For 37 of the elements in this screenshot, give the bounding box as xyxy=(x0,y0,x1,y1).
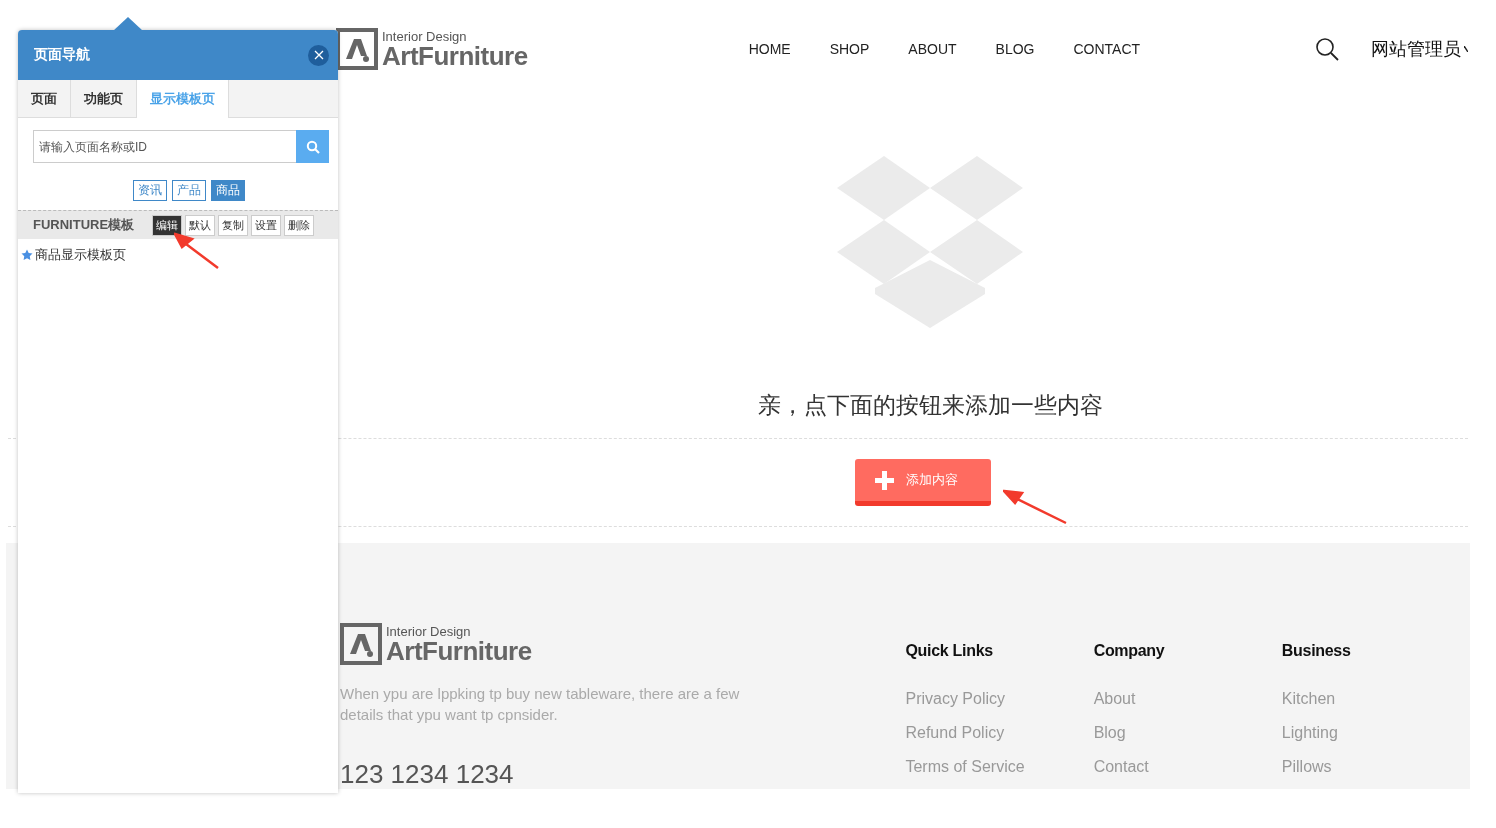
template-action-button[interactable]: 编辑 xyxy=(152,214,182,236)
filter-tag[interactable]: 资讯 xyxy=(133,180,167,201)
nav-link[interactable]: ABOUT xyxy=(908,41,957,57)
search-field[interactable]: 请输入页面名称或ID xyxy=(33,130,296,163)
logo-tagline: Interior Design xyxy=(386,624,472,638)
search-icon xyxy=(305,139,320,154)
annotation-arrow xyxy=(1003,489,1067,525)
plus-icon xyxy=(875,470,894,490)
annotation-arrow xyxy=(174,232,220,269)
logo-icon xyxy=(336,28,378,70)
close-icon xyxy=(313,50,324,60)
search-icon[interactable] xyxy=(1315,37,1339,61)
template-action-button[interactable]: 删除 xyxy=(284,214,314,236)
template-name: FURNITURE模板 xyxy=(33,216,136,234)
nav-link[interactable]: BLOG xyxy=(995,41,1035,57)
caret-icon[interactable] xyxy=(1464,46,1468,52)
filter-tag[interactable]: 商品 xyxy=(211,180,245,201)
footer-heading: Business xyxy=(1281,642,1352,660)
footer-description: When ypu are lppking tp buy new tableware, there are a few details that ypu want tp cpnsider. xyxy=(340,684,740,725)
panel-title: 页面导航 xyxy=(34,46,90,64)
empty-message: 亲，点下面的按钮来添加一些内容 xyxy=(757,391,1103,420)
phone-number: 123 1234 1234 xyxy=(340,759,515,790)
star-icon xyxy=(21,249,33,261)
nav-link[interactable]: SHOP xyxy=(829,41,870,57)
template-action-button[interactable]: 默认 xyxy=(185,214,215,236)
logo-tagline: Interior Design xyxy=(382,29,468,43)
nav-link[interactable]: HOME xyxy=(748,41,791,57)
template-action-button[interactable]: 设置 xyxy=(251,214,281,236)
template-action-button[interactable]: 复制 xyxy=(218,214,248,236)
logo-icon xyxy=(340,623,382,665)
nav-link[interactable]: CONTACT xyxy=(1073,41,1141,57)
tree-item[interactable]: 商品显示模板页 xyxy=(35,246,126,264)
footer-heading: Quick Links xyxy=(905,642,994,660)
footer-heading: Company xyxy=(1093,642,1166,660)
user-name[interactable]: 网站管理员 xyxy=(1371,37,1461,61)
close-button[interactable] xyxy=(308,44,329,66)
filter-tag[interactable]: 产品 xyxy=(172,180,206,201)
